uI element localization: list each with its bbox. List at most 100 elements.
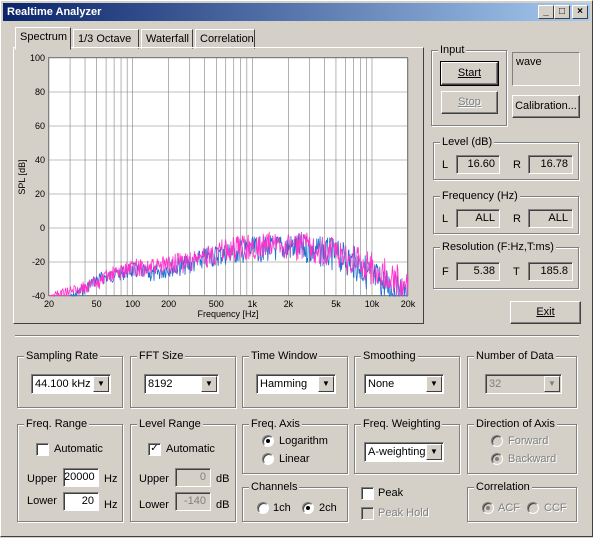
time-window-select[interactable]: Hamming ▼ <box>256 374 336 394</box>
level-l-label: L <box>442 159 449 171</box>
linear-radio[interactable] <box>262 453 274 465</box>
peak-hold-checkbox[interactable] <box>361 507 374 520</box>
freq-lower-input[interactable]: 20 <box>63 492 99 511</box>
channel-2-label: 2ch <box>319 502 337 514</box>
level-upper-label: Upper <box>139 473 169 485</box>
maximize-button[interactable]: □ <box>554 5 570 19</box>
peak-hold-label: Peak Hold <box>378 507 429 519</box>
freq-range-label: Freq. Range <box>24 418 90 430</box>
level-upper-input[interactable]: 0 <box>175 468 211 487</box>
forward-radio[interactable] <box>491 435 503 447</box>
direction-of-axis-group: Direction of Axis <box>467 418 577 474</box>
freq-weighting-select[interactable]: A-weighting ▼ <box>364 442 444 462</box>
fft-size-value: 8192 <box>148 378 173 390</box>
freq-upper-unit: Hz <box>104 473 118 485</box>
resolution-t-value: 185.8 <box>528 262 573 281</box>
sampling-rate-select[interactable]: 44.100 kHz ▼ <box>31 374 111 394</box>
exit-button[interactable]: Exit <box>510 301 581 324</box>
acf-radio[interactable] <box>482 502 494 514</box>
peak-checkbox[interactable] <box>361 487 374 500</box>
frequency-r-value: ALL <box>528 209 573 228</box>
divider <box>15 335 579 337</box>
channels-label: Channels <box>249 481 300 493</box>
frequency-r-label: R <box>513 213 521 225</box>
tab-correlation[interactable]: Correlation <box>195 29 255 49</box>
freq-upper-label: Upper <box>27 473 57 485</box>
chevron-down-icon: ▼ <box>318 376 334 392</box>
freq-lower-unit: Hz <box>104 499 118 511</box>
channel-1-radio[interactable] <box>257 502 269 514</box>
chevron-down-icon: ▼ <box>426 444 442 460</box>
resolution-f-value: 5.38 <box>456 262 500 281</box>
backward-label: Backward <box>508 453 557 465</box>
level-range-automatic-checkbox[interactable]: ✓ <box>148 443 161 456</box>
smoothing-value: None <box>368 378 395 390</box>
number-of-data-label: Number of Data <box>474 350 556 362</box>
fft-size-select[interactable]: 8192 ▼ <box>144 374 219 394</box>
start-button-label: Start <box>457 67 482 79</box>
level-r-value: 16.78 <box>528 155 573 174</box>
tab-spectrum[interactable]: Spectrum <box>15 27 71 50</box>
freq-weighting-label: Freq. Weighting <box>361 418 443 430</box>
correlation-label: Correlation <box>474 481 532 493</box>
frequency-l-value: ALL <box>456 209 500 228</box>
input-group-label: Input <box>438 44 467 56</box>
freq-weighting-value: A-weighting <box>368 446 426 458</box>
realtime-analyzer-window: Realtime Analyzer _ □ × Spectrum 1/3 Oct… <box>0 0 593 537</box>
sampling-rate-label: Sampling Rate <box>24 350 101 362</box>
resolution-t-label: T <box>513 266 520 278</box>
window-title: Realtime Analyzer <box>7 6 102 18</box>
freq-upper-input[interactable]: 20000 <box>63 468 99 487</box>
channel-2-radio[interactable] <box>302 502 314 514</box>
freq-axis-group: Freq. Axis <box>242 418 348 474</box>
ccf-radio[interactable] <box>527 502 539 514</box>
source-display: wave <box>512 52 580 86</box>
ccf-label: CCF <box>544 502 567 514</box>
time-window-label: Time Window <box>249 350 320 362</box>
calibration-button[interactable]: Calibration... <box>512 95 580 118</box>
exit-button-label: Exit <box>536 306 555 318</box>
level-lower-unit: dB <box>216 499 230 511</box>
logarithm-label: Logarithm <box>279 435 328 447</box>
level-r-label: R <box>513 159 521 171</box>
freq-lower-label: Lower <box>27 495 57 507</box>
freq-range-automatic-checkbox[interactable] <box>36 443 49 456</box>
logarithm-radio[interactable] <box>262 435 274 447</box>
level-range-label: Level Range <box>137 418 203 430</box>
direction-of-axis-label: Direction of Axis <box>474 418 557 430</box>
acf-label: ACF <box>498 502 520 514</box>
forward-label: Forward <box>508 435 549 447</box>
peak-label: Peak <box>378 487 404 499</box>
level-range-automatic-label: Automatic <box>166 443 215 455</box>
tab-third-octave[interactable]: 1/3 Octave <box>73 29 139 49</box>
time-window-value: Hamming <box>260 378 308 390</box>
smoothing-select[interactable]: None ▼ <box>364 374 444 394</box>
chevron-down-icon: ▼ <box>544 376 560 392</box>
smoothing-label: Smoothing <box>361 350 418 362</box>
level-lower-input[interactable]: -140 <box>175 492 211 511</box>
fft-size-label: FFT Size <box>137 350 186 362</box>
close-button[interactable]: × <box>572 5 588 19</box>
frequency-l-label: L <box>442 213 449 225</box>
channel-1-label: 1ch <box>273 502 291 514</box>
level-lower-label: Lower <box>139 499 169 511</box>
stop-button-label: Stop <box>458 96 481 108</box>
level-l-value: 16.60 <box>456 155 500 174</box>
number-of-data-select[interactable]: 32 ▼ <box>485 374 562 394</box>
frequency-group-label: Frequency (Hz) <box>440 190 520 202</box>
minimize-button[interactable]: _ <box>538 5 554 19</box>
resolution-group-label: Resolution (F:Hz,T:ms) <box>440 241 556 253</box>
title-bar: Realtime Analyzer <box>3 3 590 21</box>
linear-label: Linear <box>279 453 310 465</box>
resolution-f-label: F <box>442 266 449 278</box>
spectrum-plot-area <box>48 57 408 296</box>
chevron-down-icon: ▼ <box>201 376 217 392</box>
level-upper-unit: dB <box>216 473 230 485</box>
chevron-down-icon: ▼ <box>93 376 109 392</box>
start-button[interactable]: Start <box>440 61 499 86</box>
freq-range-automatic-label: Automatic <box>54 443 103 455</box>
tab-waterfall[interactable]: Waterfall <box>141 29 193 49</box>
stop-button[interactable]: Stop <box>441 91 498 114</box>
sampling-rate-value: 44.100 kHz <box>35 378 91 390</box>
backward-radio[interactable] <box>491 453 503 465</box>
